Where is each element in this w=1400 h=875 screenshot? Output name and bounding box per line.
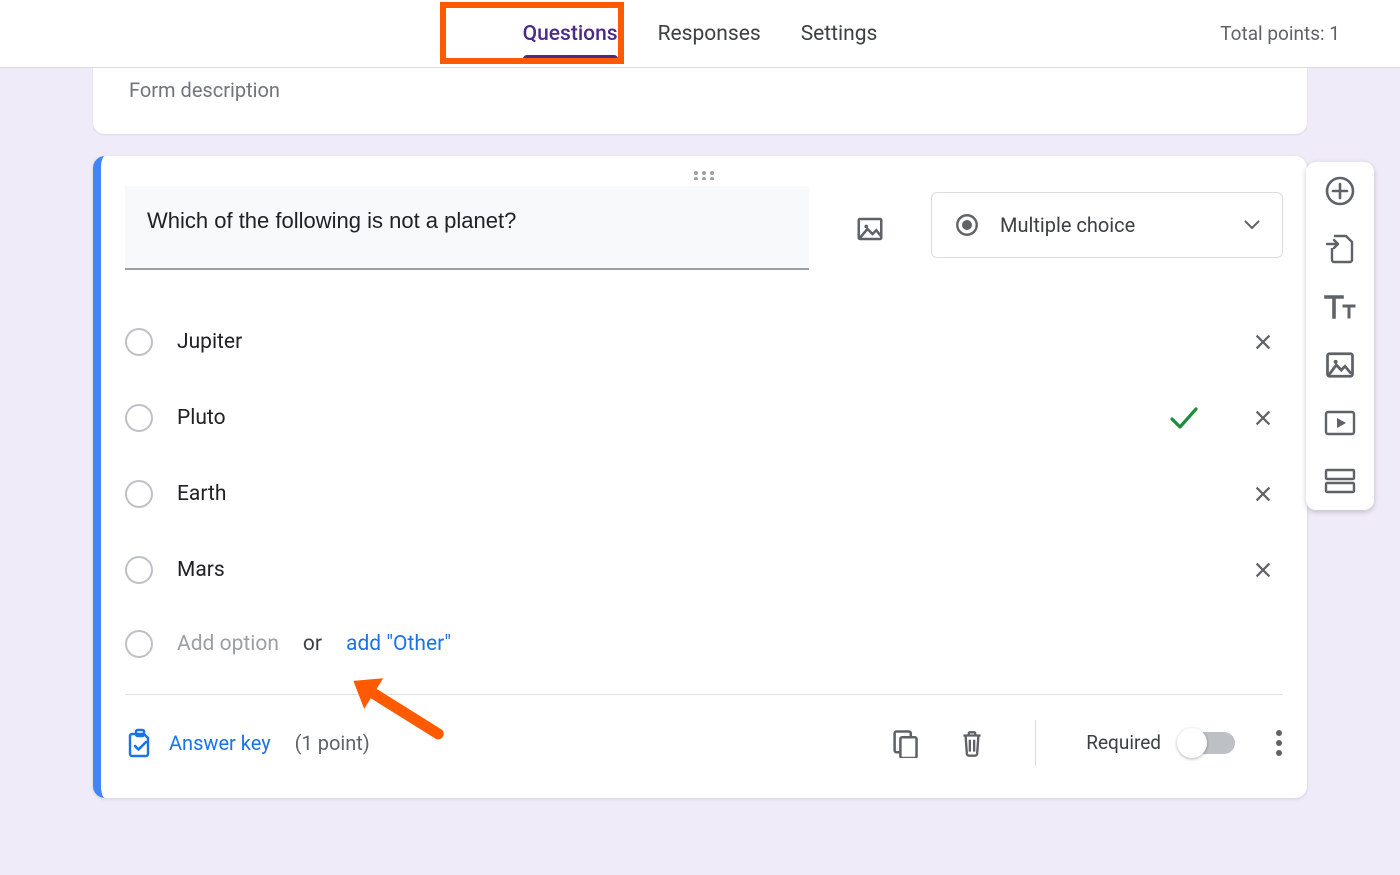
option-row[interactable]: Earth xyxy=(125,456,1283,532)
answer-key-label: Answer key xyxy=(169,731,271,755)
radio-empty-icon xyxy=(125,404,153,432)
option-label[interactable]: Pluto xyxy=(177,406,1145,430)
tab-settings[interactable]: Settings xyxy=(795,0,884,67)
add-section-button[interactable] xyxy=(1323,464,1357,498)
image-icon xyxy=(1325,351,1355,379)
video-icon xyxy=(1324,410,1356,436)
title-icon xyxy=(1323,293,1357,321)
form-description-placeholder[interactable]: Form description xyxy=(129,78,1271,102)
more-options-button[interactable] xyxy=(1275,729,1283,757)
answer-key-button[interactable]: Answer key (1 point) xyxy=(125,728,370,758)
remove-option-button[interactable] xyxy=(1243,407,1283,429)
form-canvas: Form description xyxy=(0,68,1400,838)
add-video-button[interactable] xyxy=(1323,406,1357,440)
add-option-row: Add option or add "Other" xyxy=(125,608,1283,680)
option-row[interactable]: Mars xyxy=(125,532,1283,608)
radio-filled-icon xyxy=(954,212,980,238)
drag-handle-icon[interactable] xyxy=(125,164,1283,186)
question-title-input[interactable] xyxy=(147,208,787,234)
option-label[interactable]: Jupiter xyxy=(177,330,1219,354)
add-image-button[interactable] xyxy=(1323,348,1357,382)
image-icon xyxy=(855,214,885,244)
tab-label: Responses xyxy=(658,22,761,46)
add-other-link[interactable]: add "Other" xyxy=(346,632,451,656)
divider xyxy=(1035,720,1036,766)
total-points-label: Total points: 1 xyxy=(1220,22,1340,45)
more-vert-icon xyxy=(1275,729,1283,757)
question-type-label: Multiple choice xyxy=(1000,213,1135,237)
form-header-card[interactable]: Form description xyxy=(93,68,1307,134)
required-toggle-row: Required xyxy=(1086,731,1235,754)
remove-option-button[interactable] xyxy=(1243,331,1283,353)
question-type-dropdown[interactable]: Multiple choice xyxy=(931,192,1283,258)
radio-empty-icon xyxy=(125,328,153,356)
option-label[interactable]: Earth xyxy=(177,482,1219,506)
add-image-to-question-button[interactable] xyxy=(849,208,891,250)
tabs-container: Questions Responses Settings xyxy=(0,0,1400,67)
required-label: Required xyxy=(1086,731,1161,754)
import-questions-button[interactable] xyxy=(1323,232,1357,266)
tab-label: Questions xyxy=(523,22,618,46)
tab-label: Settings xyxy=(801,22,878,46)
required-switch[interactable] xyxy=(1179,732,1235,754)
add-option-placeholder[interactable]: Add option xyxy=(177,632,279,656)
close-icon xyxy=(1252,559,1274,581)
remove-option-button[interactable] xyxy=(1243,483,1283,505)
side-toolbox xyxy=(1306,162,1374,510)
question-title-field[interactable] xyxy=(125,186,809,270)
option-label[interactable]: Mars xyxy=(177,558,1219,582)
close-icon xyxy=(1252,331,1274,353)
correct-answer-icon xyxy=(1169,406,1199,430)
tab-questions[interactable]: Questions xyxy=(517,0,624,67)
import-icon xyxy=(1325,233,1355,265)
close-icon xyxy=(1252,407,1274,429)
question-top-row: Multiple choice xyxy=(125,186,1283,270)
option-row[interactable]: Jupiter xyxy=(125,304,1283,380)
copy-icon xyxy=(891,728,919,758)
duplicate-button[interactable] xyxy=(891,728,919,758)
delete-button[interactable] xyxy=(959,728,985,758)
question-footer: Answer key (1 point) xyxy=(125,694,1283,790)
option-row[interactable]: Pluto xyxy=(125,380,1283,456)
radio-empty-icon xyxy=(125,556,153,584)
or-label: or xyxy=(303,632,322,656)
trash-icon xyxy=(959,728,985,758)
answer-key-icon xyxy=(127,728,153,758)
section-icon xyxy=(1324,468,1356,494)
options-list: Jupiter Pluto Earth xyxy=(125,304,1283,680)
question-card: Multiple choice Jupiter Pluto xyxy=(93,156,1307,798)
footer-actions: Required xyxy=(891,720,1283,766)
chevron-down-icon xyxy=(1244,220,1260,230)
close-icon xyxy=(1252,483,1274,505)
remove-option-button[interactable] xyxy=(1243,559,1283,581)
radio-empty-icon xyxy=(125,480,153,508)
tab-responses[interactable]: Responses xyxy=(652,0,767,67)
radio-empty-icon xyxy=(125,630,153,658)
plus-circle-icon xyxy=(1324,175,1356,207)
add-question-button[interactable] xyxy=(1323,174,1357,208)
top-tab-bar: Questions Responses Settings Total point… xyxy=(0,0,1400,68)
answer-key-points: (1 point) xyxy=(295,731,370,755)
add-title-button[interactable] xyxy=(1323,290,1357,324)
